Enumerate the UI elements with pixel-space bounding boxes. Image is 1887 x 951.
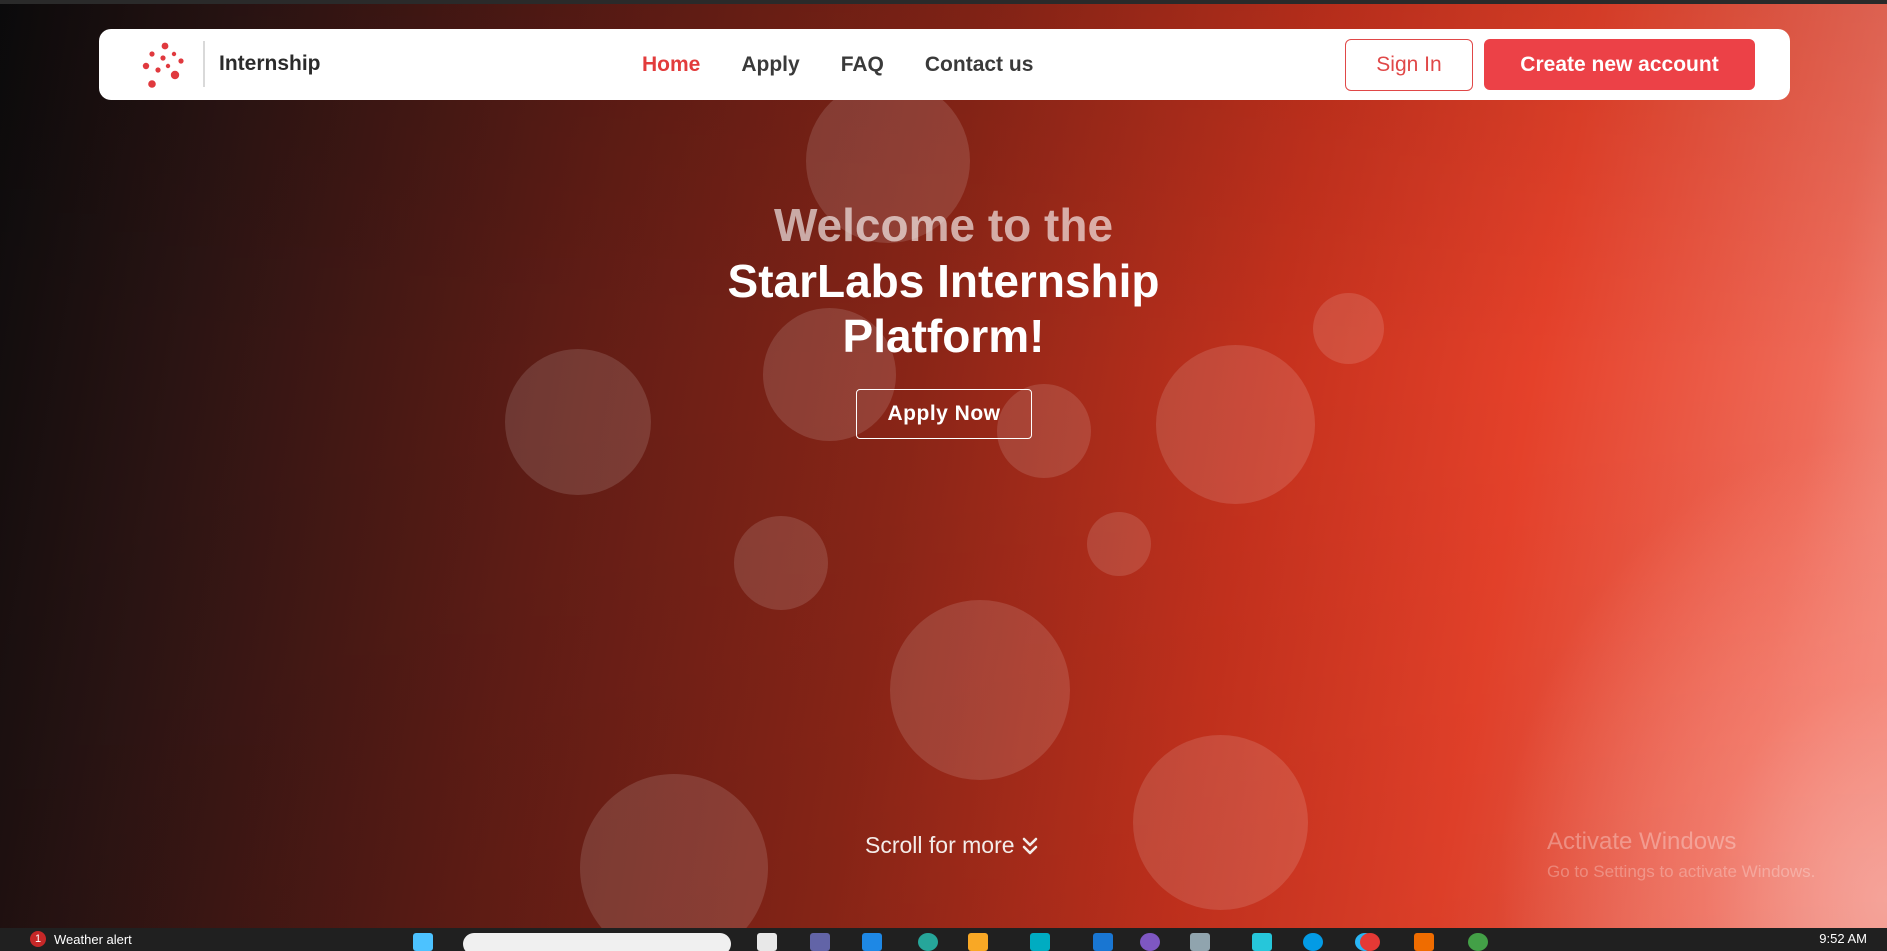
- teams-icon[interactable]: [810, 933, 830, 951]
- scroll-for-more-label: Scroll for more: [865, 832, 1015, 858]
- start-icon[interactable]: [413, 933, 433, 951]
- hero-title-line2: Platform!: [842, 310, 1045, 362]
- weather-alert-text: Weather alert: [54, 931, 132, 947]
- top-navbar: Internship Home Apply FAQ Contact us Sig…: [99, 29, 1790, 100]
- hero-section: Internship Home Apply FAQ Contact us Sig…: [0, 0, 1887, 928]
- taskbar-clock[interactable]: 9:52 AM: [1819, 931, 1867, 946]
- activate-windows-title: Activate Windows: [1547, 828, 1737, 855]
- folder-icon[interactable]: [968, 933, 988, 951]
- nav-link-home[interactable]: Home: [642, 53, 700, 77]
- nav-link-apply[interactable]: Apply: [741, 53, 799, 77]
- app-blue-icon[interactable]: [1303, 933, 1323, 951]
- edge-icon[interactable]: [918, 933, 938, 951]
- taskbar-search-input[interactable]: [463, 933, 731, 951]
- apply-now-button[interactable]: Apply Now: [856, 389, 1032, 439]
- task-view-icon[interactable]: [757, 933, 777, 951]
- chrome-icon[interactable]: [1360, 933, 1380, 951]
- scroll-for-more[interactable]: Scroll for more: [865, 832, 1039, 859]
- nav-link-contact[interactable]: Contact us: [925, 53, 1034, 77]
- hero-title-line1: StarLabs Internship: [727, 255, 1160, 307]
- app-orange-icon[interactable]: [1414, 933, 1434, 951]
- brand-name[interactable]: Internship: [219, 52, 321, 76]
- main-nav: Home Apply FAQ Contact us: [642, 29, 1033, 100]
- double-chevron-down-icon: [1022, 837, 1037, 854]
- whatsapp-icon[interactable]: [1468, 933, 1488, 951]
- decorative-bubble: [1156, 345, 1315, 504]
- vscode-icon[interactable]: [1093, 933, 1113, 951]
- decorative-bubble: [505, 349, 651, 495]
- nav-link-faq[interactable]: FAQ: [841, 53, 884, 77]
- weather-widget[interactable]: 1 Weather alert: [30, 931, 132, 947]
- store-icon[interactable]: [1030, 933, 1050, 951]
- notification-badge: 1: [30, 931, 46, 947]
- hero-title: StarLabs Internship Platform!: [0, 254, 1887, 364]
- welcome-subtitle: Welcome to the: [773, 199, 1114, 251]
- app-diamond-icon[interactable]: [1252, 933, 1272, 951]
- decorative-bubble: [890, 600, 1070, 780]
- sign-in-button[interactable]: Sign In: [1345, 39, 1473, 91]
- decorative-bubble: [1087, 512, 1151, 576]
- window-top-edge: [0, 0, 1887, 4]
- decorative-bubble: [580, 774, 768, 928]
- logo-divider: [203, 41, 205, 87]
- calculator-icon[interactable]: [1190, 933, 1210, 951]
- starlabs-logo-icon[interactable]: [141, 41, 189, 89]
- decorative-bubble: [1133, 735, 1308, 910]
- create-account-button[interactable]: Create new account: [1484, 39, 1755, 90]
- windows-taskbar: 1 Weather alert 9:52 AM: [0, 928, 1887, 951]
- decorative-bubble: [734, 516, 828, 610]
- file-explorer-icon[interactable]: [862, 933, 882, 951]
- notifications-app-icon[interactable]: [1140, 933, 1160, 951]
- activate-windows-subtitle: Go to Settings to activate Windows.: [1547, 862, 1816, 881]
